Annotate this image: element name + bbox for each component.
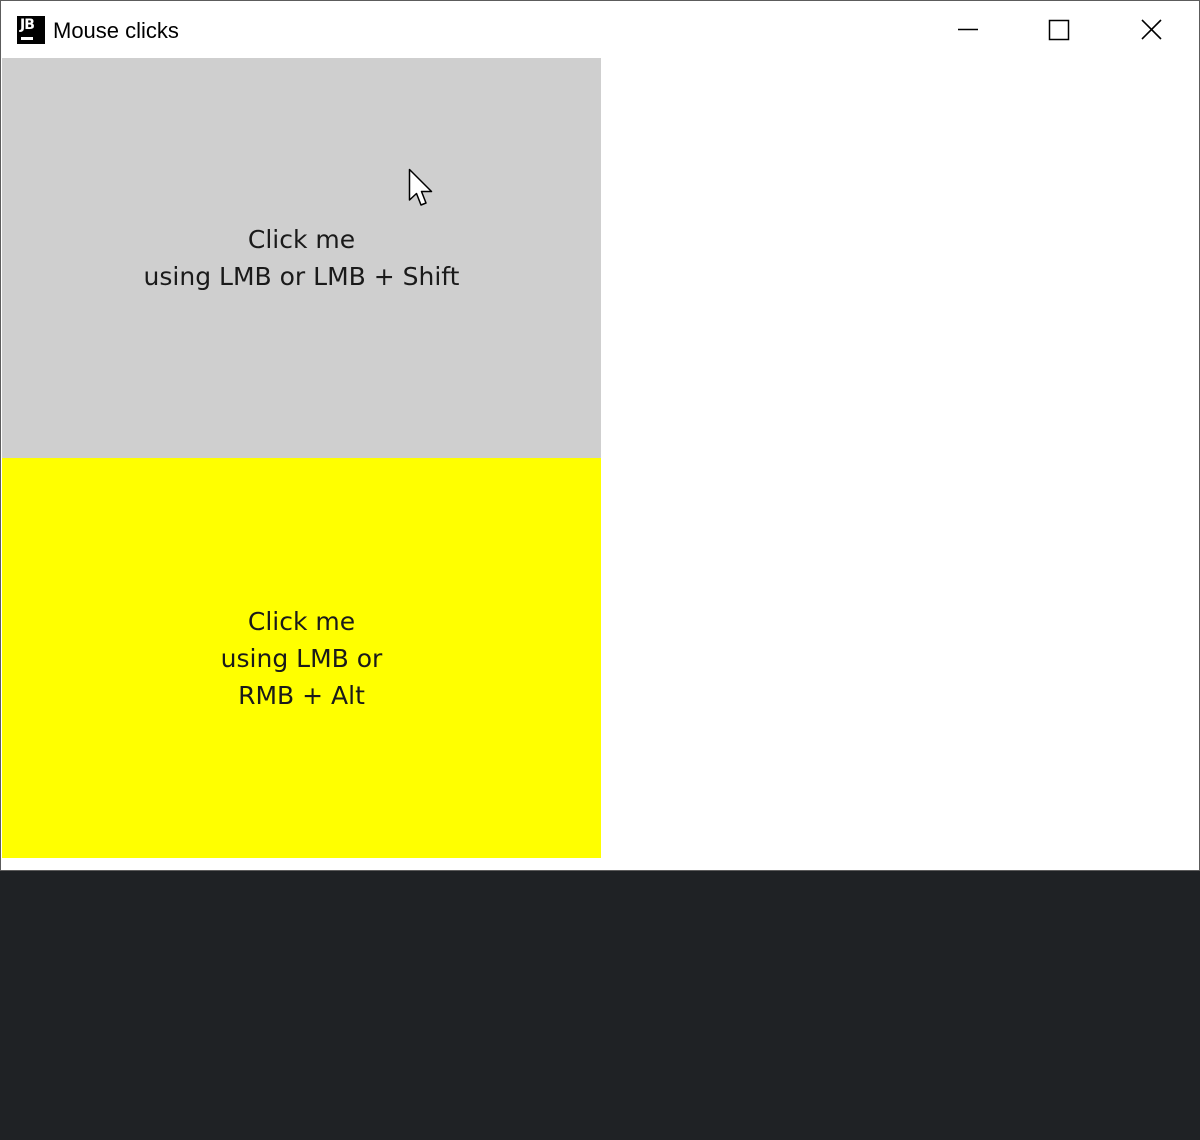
- close-button[interactable]: [1105, 1, 1197, 58]
- minimize-icon: [958, 28, 978, 31]
- pointer-arrow-icon: [408, 168, 433, 206]
- maximize-button[interactable]: [1013, 1, 1105, 58]
- yellow-panel-label: Click me using LMB or RMB + Alt: [221, 603, 383, 714]
- window-title: Mouse clicks: [53, 18, 179, 43]
- jetbrains-app-icon: JB: [17, 16, 45, 44]
- gray-panel-line-1: Click me: [247, 225, 356, 254]
- app-icon-text: JB: [20, 17, 35, 33]
- gray-click-panel[interactable]: Click me using LMB or LMB + Shift: [2, 58, 601, 458]
- yellow-panel-line-2: using LMB or: [220, 643, 383, 673]
- maximize-icon: [1048, 19, 1070, 41]
- gray-panel-label: Click me using LMB or LMB + Shift: [144, 221, 460, 295]
- title-bar[interactable]: JB Mouse clicks: [1, 1, 1199, 58]
- close-icon: [1141, 19, 1162, 40]
- yellow-panel-line-3: RMB + Alt: [238, 680, 365, 710]
- yellow-panel-line-1: Click me: [247, 606, 356, 636]
- app-window: JB Mouse clicks Click me using LMB or LM…: [0, 0, 1200, 871]
- minimize-button[interactable]: [921, 1, 1013, 58]
- yellow-click-panel[interactable]: Click me using LMB or RMB + Alt: [2, 458, 601, 858]
- gray-panel-line-2: using LMB or LMB + Shift: [143, 262, 460, 291]
